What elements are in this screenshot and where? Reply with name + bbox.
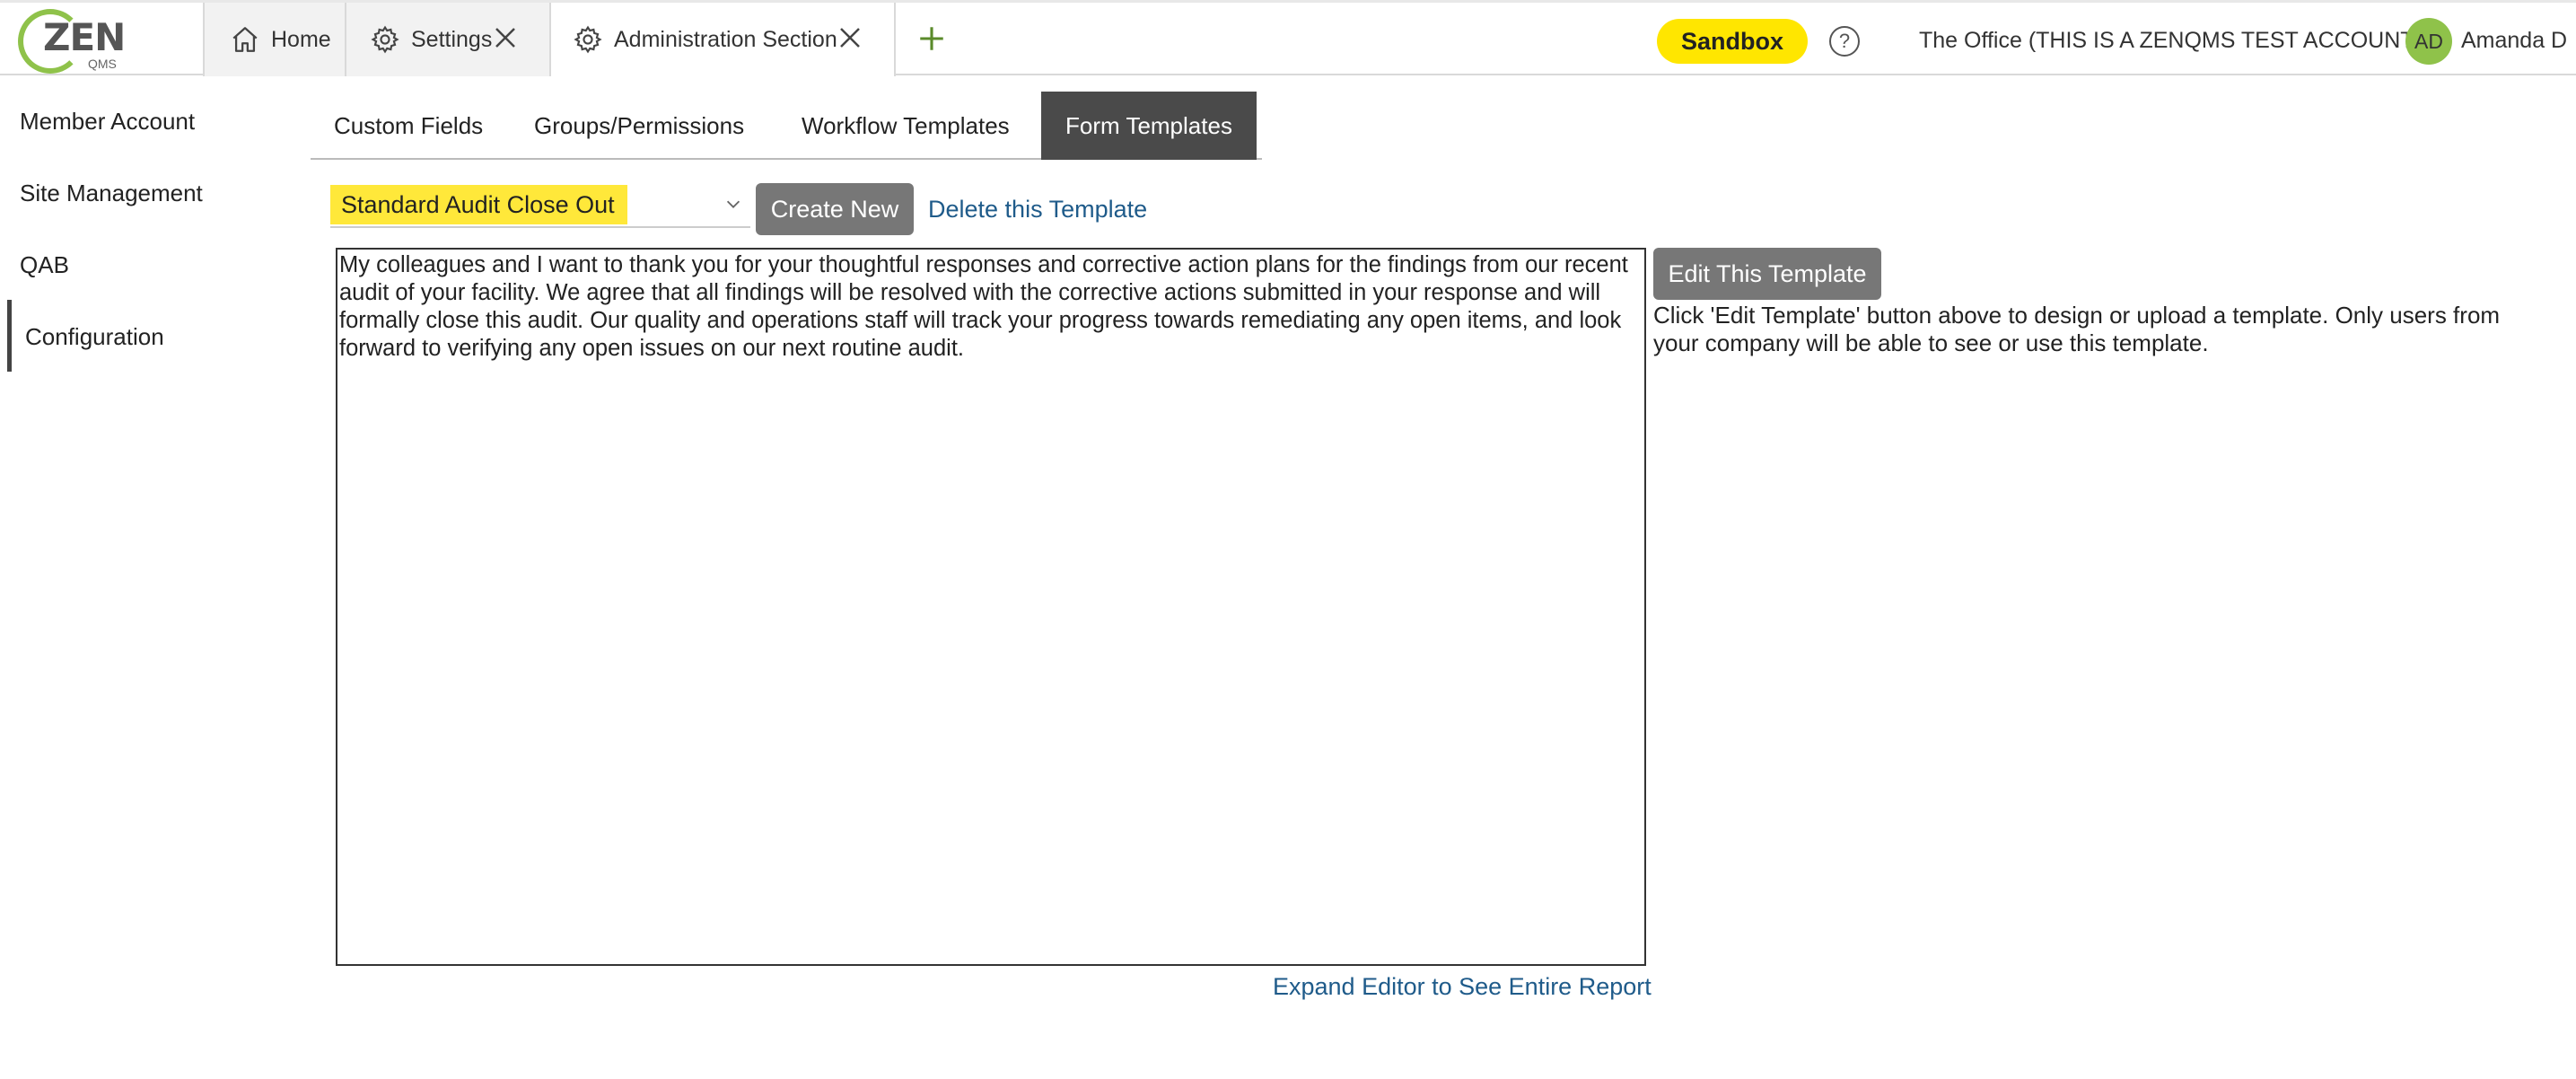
sidebar-active-indicator xyxy=(7,300,12,372)
delete-template-link[interactable]: Delete this Template xyxy=(928,196,1147,224)
tab-administration-label: Administration Section xyxy=(614,26,837,52)
tab-home[interactable]: Home xyxy=(203,3,346,76)
tab-settings[interactable]: Settings xyxy=(346,3,551,76)
tab-settings-label: Settings xyxy=(411,26,493,52)
template-select-value: Standard Audit Close Out xyxy=(330,185,627,224)
top-bar: ZEN QMS Home Settings Administration Sec… xyxy=(0,0,2576,76)
tab-home-label: Home xyxy=(271,26,331,52)
user-name[interactable]: Amanda D xyxy=(2461,28,2567,54)
chevron-down-icon xyxy=(726,200,740,208)
gear-icon xyxy=(371,25,399,54)
template-body-text: My colleagues and I want to thank you fo… xyxy=(339,252,1628,361)
sidebar-item-site-management[interactable]: Site Management xyxy=(20,180,203,207)
tab-form-templates[interactable]: Form Templates xyxy=(1041,92,1257,160)
create-new-button[interactable]: Create New xyxy=(756,183,914,235)
tab-custom-fields[interactable]: Custom Fields xyxy=(334,92,483,160)
config-subtabs: Custom Fields Groups/Permissions Workflo… xyxy=(311,92,1262,160)
template-select[interactable]: Standard Audit Close Out xyxy=(330,181,750,228)
edit-template-help-text: Click 'Edit Template' button above to de… xyxy=(1653,302,2501,356)
zenqms-logo[interactable]: ZEN QMS xyxy=(13,6,126,75)
sandbox-badge: Sandbox xyxy=(1657,19,1808,64)
expand-editor-link[interactable]: Expand Editor to See Entire Report xyxy=(1273,973,1652,1001)
tab-groups-permissions[interactable]: Groups/Permissions xyxy=(534,92,744,160)
tab-workflow-templates[interactable]: Workflow Templates xyxy=(802,92,1010,160)
logo-text: ZEN xyxy=(43,15,126,59)
account-name[interactable]: The Office (THIS IS A ZENQMS TEST ACCOUN… xyxy=(1919,28,2422,54)
sidebar-item-member-account[interactable]: Member Account xyxy=(20,108,195,136)
sidebar-item-qab[interactable]: QAB xyxy=(20,251,69,279)
close-icon[interactable] xyxy=(837,24,863,51)
avatar[interactable]: AD xyxy=(2405,18,2452,65)
help-icon[interactable]: ? xyxy=(1829,26,1860,57)
sidebar-item-configuration[interactable]: Configuration xyxy=(25,323,164,351)
add-tab-button[interactable] xyxy=(914,21,950,57)
plus-icon xyxy=(920,27,943,50)
template-editor[interactable]: My colleagues and I want to thank you fo… xyxy=(336,248,1646,966)
tab-administration-section[interactable]: Administration Section xyxy=(551,3,896,76)
close-icon[interactable] xyxy=(492,24,519,51)
edit-template-button[interactable]: Edit This Template xyxy=(1653,248,1881,300)
logo-subtext: QMS xyxy=(88,57,117,71)
gear-icon xyxy=(574,25,602,54)
home-icon xyxy=(232,27,258,52)
